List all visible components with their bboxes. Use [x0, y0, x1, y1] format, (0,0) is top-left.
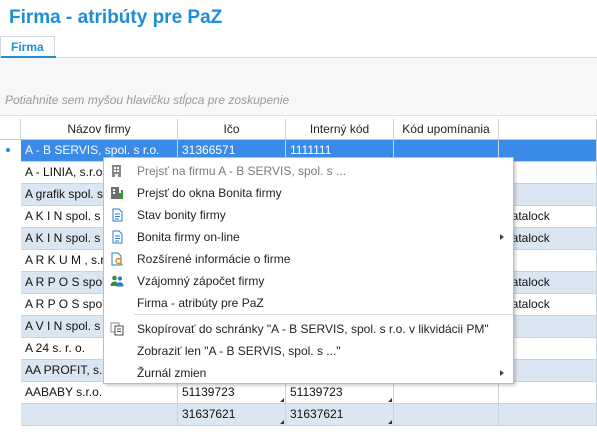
copy-icon — [110, 322, 124, 336]
menu-item-rozsirene-informacie-o-firme[interactable]: Rozšírené informácie o firme — [104, 248, 513, 270]
menu-item-skopirovat-do-schranky-a-b-servis-sp[interactable]: Skopírovať do schránky "A - B SERVIS, sp… — [104, 318, 513, 340]
cell-corner-marker-icon — [280, 398, 284, 402]
menu-item-label: Zobraziť len "A - B SERVIS, spol. s ..." — [137, 344, 341, 358]
row-indicator[interactable] — [0, 140, 21, 162]
table-row[interactable]: 31637621 31637621 — [0, 404, 597, 426]
cell-internal-code[interactable]: 31637621 — [286, 404, 394, 426]
row-indicator[interactable] — [0, 404, 21, 426]
cell-ico[interactable]: 51139723 — [178, 382, 286, 404]
menu-item-label: Vzájomný zápočet firmy — [137, 274, 265, 288]
cell-name[interactable] — [21, 404, 178, 426]
cell-corner-marker-icon — [388, 398, 392, 402]
cell-reminder-code[interactable] — [394, 382, 499, 404]
menu-item-label: Žurnál zmien — [137, 366, 207, 380]
menu-item-prejst-do-okna-bonita-firmy[interactable]: Prejsť do okna Bonita firmy — [104, 182, 513, 204]
row-indicator[interactable] — [0, 360, 21, 382]
cell-corner-marker-icon — [388, 420, 392, 424]
cell-extra[interactable] — [499, 404, 597, 426]
menu-item-zurnal-zmien[interactable]: Žurnál zmien — [104, 362, 513, 384]
window-title: Firma - atribúty pre PaZ — [9, 7, 223, 28]
cell-internal-code[interactable]: 51139723 — [286, 382, 394, 404]
row-indicator[interactable] — [0, 272, 21, 294]
document-icon — [110, 208, 124, 222]
current-row-dot-icon — [6, 148, 10, 152]
column-header-internal-code[interactable]: Interný kód — [286, 119, 394, 140]
building-chart-icon — [110, 186, 124, 200]
menu-item-prejst-na-firmu-a-b-servis-spol-s[interactable]: Prejsť na firmu A - B SERVIS, spol. s ..… — [104, 160, 513, 182]
row-indicator[interactable] — [0, 316, 21, 338]
menu-item-stav-bonity-firmy[interactable]: Stav bonity firmy — [104, 204, 513, 226]
menu-separator — [134, 314, 513, 315]
context-menu: Prejsť na firmu A - B SERVIS, spol. s ..… — [103, 157, 514, 384]
menu-item-firma-atributy-pre-paz[interactable]: Firma - atribúty pre PaZ — [104, 292, 513, 314]
row-indicator[interactable] — [0, 250, 21, 272]
people-icon — [110, 274, 124, 288]
building-icon — [110, 164, 124, 178]
row-indicator[interactable] — [0, 338, 21, 360]
table-row[interactable]: AABABY s.r.o. 51139723 51139723 — [0, 382, 597, 404]
menu-item-label: Rozšírené informácie o firme — [137, 252, 291, 266]
tab-firma[interactable]: Firma — [0, 36, 56, 59]
row-indicator[interactable] — [0, 228, 21, 250]
menu-item-label: Prejsť na firmu A - B SERVIS, spol. s ..… — [137, 164, 347, 178]
row-indicator[interactable] — [0, 206, 21, 228]
row-indicator-header — [0, 119, 21, 140]
group-by-hint: Potiahnite sem myšou hlavičku stĺpca pre… — [5, 93, 290, 107]
menu-item-zobrazit-len-a-b-servis-spol-s[interactable]: Zobraziť len "A - B SERVIS, spol. s ..." — [104, 340, 513, 362]
row-indicator[interactable] — [0, 382, 21, 404]
menu-item-label: Stav bonity firmy — [137, 208, 226, 222]
submenu-arrow-icon — [500, 370, 504, 376]
document-search-icon — [110, 252, 124, 266]
menu-item-label: Skopírovať do schránky "A - B SERVIS, sp… — [137, 322, 489, 336]
cell-corner-marker-icon — [280, 420, 284, 424]
cell-extra[interactable] — [499, 382, 597, 404]
window-title-bar: Firma - atribúty pre PaZ — [0, 0, 597, 36]
menu-item-bonita-firmy-on-line[interactable]: Bonita firmy on-line — [104, 226, 513, 248]
column-header-extra[interactable] — [499, 119, 597, 140]
cell-reminder-code[interactable] — [394, 404, 499, 426]
column-header-ico[interactable]: Ičo — [178, 119, 286, 140]
menu-item-label: Prejsť do okna Bonita firmy — [137, 186, 282, 200]
row-indicator[interactable] — [0, 184, 21, 206]
column-header-name[interactable]: Názov firmy — [21, 119, 178, 140]
cell-ico[interactable]: 31637621 — [178, 404, 286, 426]
menu-item-vzajomny-zapocet-firmy[interactable]: Vzájomný zápočet firmy — [104, 270, 513, 292]
tab-strip: Firma — [0, 36, 597, 59]
group-by-panel[interactable]: Potiahnite sem myšou hlavičku stĺpca pre… — [0, 58, 597, 116]
tab-firma-label: Firma — [11, 40, 44, 54]
menu-item-label: Firma - atribúty pre PaZ — [137, 296, 264, 310]
menu-item-label: Bonita firmy on-line — [137, 230, 240, 244]
row-indicator[interactable] — [0, 162, 21, 184]
cell-name[interactable]: AABABY s.r.o. — [21, 382, 178, 404]
submenu-arrow-icon — [500, 234, 504, 240]
column-header-reminder-code[interactable]: Kód upomínania — [394, 119, 499, 140]
document-icon — [110, 230, 124, 244]
row-indicator[interactable] — [0, 294, 21, 316]
